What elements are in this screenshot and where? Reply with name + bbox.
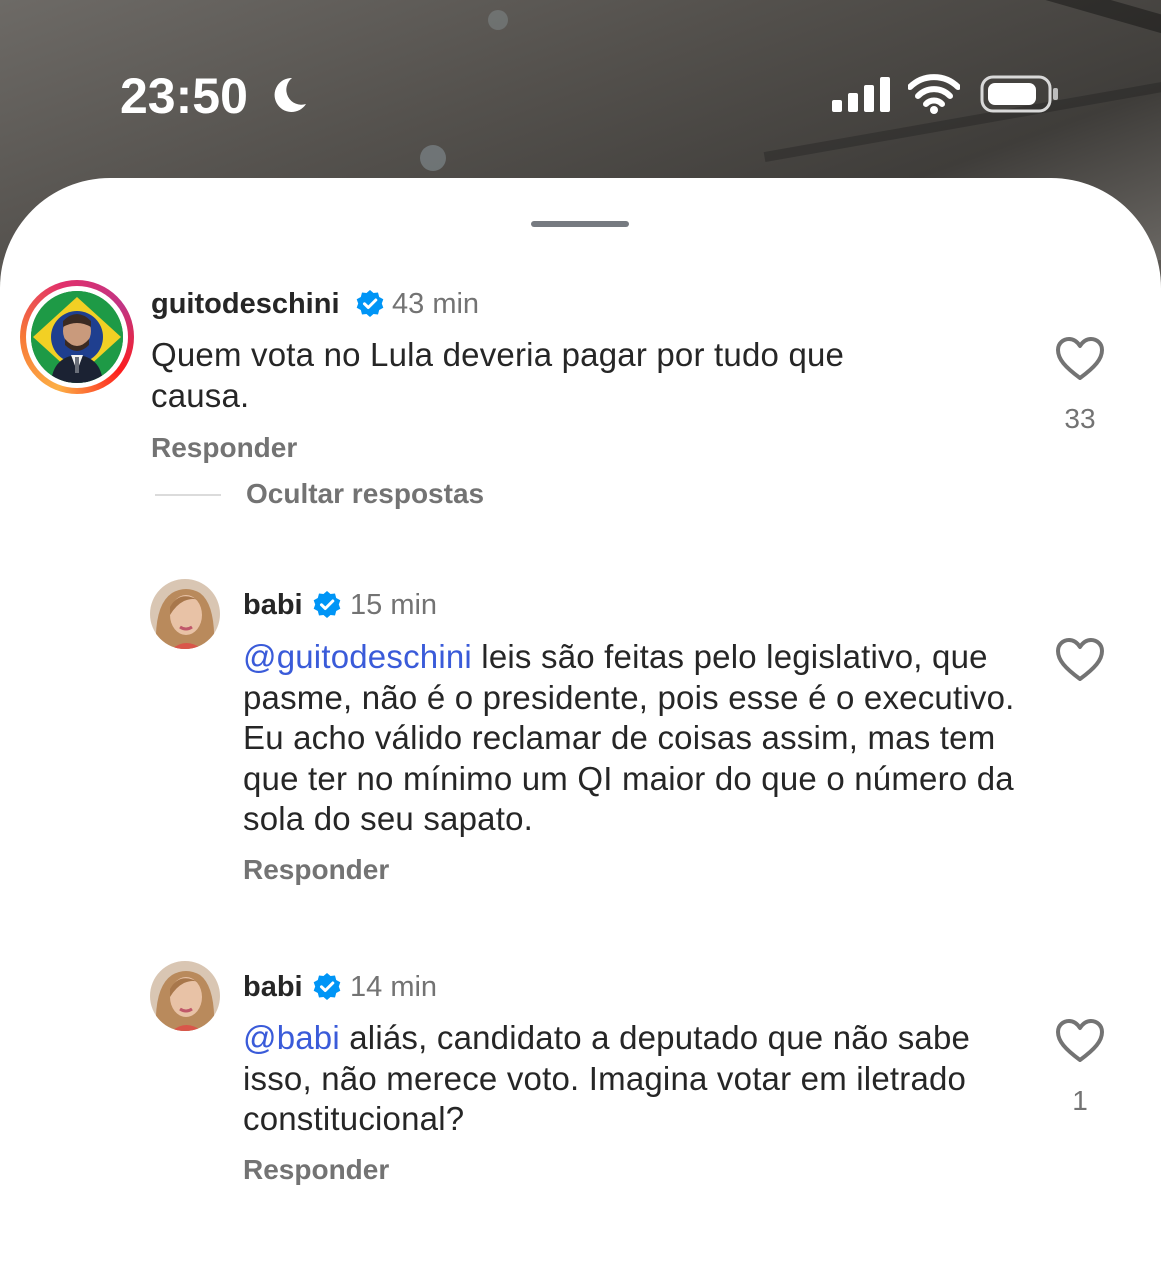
mention-link[interactable]: @guitodeschini <box>243 638 472 675</box>
hide-replies-button[interactable]: Ocultar respostas <box>246 477 484 511</box>
comment-text: Quem vota no Lula deveria pagar por tudo… <box>151 336 845 414</box>
avatar[interactable] <box>150 961 220 1031</box>
like-count: 33 <box>1064 403 1096 434</box>
cellular-signal-icon <box>832 77 890 112</box>
status-time: 23:50 <box>120 68 248 124</box>
like-count: 1 <box>1072 1085 1088 1116</box>
comment-username[interactable]: guitodeschini <box>151 286 340 322</box>
verified-badge-icon <box>356 290 384 317</box>
heart-icon[interactable] <box>1055 336 1105 382</box>
background-light <box>488 10 508 30</box>
comment-time: 43 min <box>392 288 480 320</box>
reply-text: @babi aliás, candidato a deputado que nã… <box>243 1019 971 1137</box>
heart-icon[interactable] <box>1055 637 1105 683</box>
background-shape <box>631 0 1161 75</box>
reply-button[interactable]: Responder <box>151 431 297 465</box>
avatar[interactable] <box>150 579 220 649</box>
heart-icon[interactable] <box>1055 1018 1105 1064</box>
verified-badge-icon <box>313 591 341 618</box>
verified-badge-icon <box>313 973 341 1000</box>
sheet-grabber[interactable] <box>531 221 629 227</box>
reply-button[interactable]: Responder <box>243 853 389 887</box>
avatar-story-ring[interactable] <box>20 280 134 394</box>
reply-username[interactable]: babi <box>243 587 303 623</box>
reply-time: 14 min <box>350 971 438 1003</box>
flag-avatar-image <box>31 291 123 383</box>
avatar <box>31 291 123 383</box>
reply-username[interactable]: babi <box>243 969 303 1005</box>
avatar-image <box>150 961 220 1031</box>
battery-icon <box>980 75 1058 113</box>
mention-link[interactable]: @babi <box>243 1019 340 1056</box>
avatar-image <box>150 579 220 649</box>
reply-text: @guitodeschini leis são feitas pelo legi… <box>243 638 1015 837</box>
background-shape <box>763 47 1161 163</box>
wifi-icon <box>908 74 960 114</box>
moon-icon <box>274 77 306 112</box>
comments-sheet: guitodeschini 43 min Quem vota no Lula d… <box>0 178 1161 1278</box>
background-light <box>420 145 446 171</box>
replies-divider <box>155 494 221 496</box>
reply-time: 15 min <box>350 589 438 621</box>
reply-button[interactable]: Responder <box>243 1153 389 1187</box>
